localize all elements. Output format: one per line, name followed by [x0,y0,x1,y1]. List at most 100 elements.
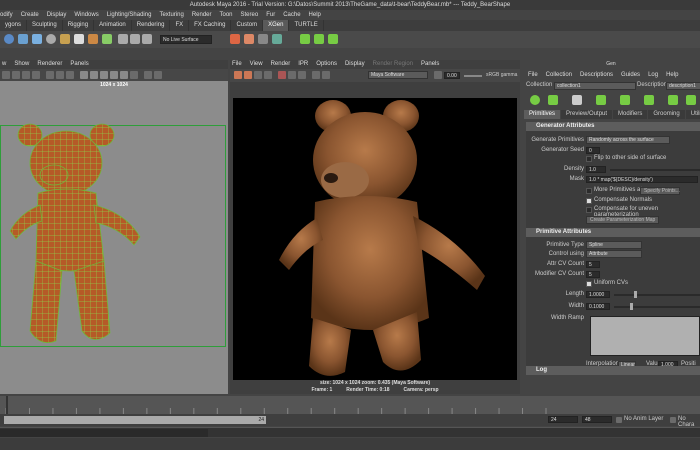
more-primitives-checkbox[interactable] [586,188,592,194]
xgen-tab-modifiers[interactable]: Modifiers [613,110,648,119]
shelf-tab-fxcaching[interactable]: FX Caching [189,20,232,31]
collection-dropdown[interactable]: collection1 [554,82,636,90]
anim-layer-icon[interactable] [616,417,622,423]
menu-toon[interactable]: Toon [220,10,233,20]
torus-icon[interactable] [46,34,56,44]
xgen-menu-guides[interactable]: Guides [621,71,640,80]
viewport-canvas[interactable]: 1024 x 1024 persp [0,81,228,412]
render-menu-file[interactable]: File [232,60,242,69]
exposure-slider[interactable] [464,75,482,77]
menu-texturing[interactable]: Texturing [159,10,183,20]
cylinder-icon[interactable] [32,34,42,44]
density-field[interactable]: 1.0 [586,166,606,173]
bookmark-icon[interactable] [22,71,30,79]
compensate-normals-checkbox[interactable] [586,198,592,204]
command-input[interactable] [0,429,208,437]
shelf-tab-fx[interactable]: FX [170,20,190,31]
wireframe-on-shaded-icon[interactable] [100,71,108,79]
exposure-icon[interactable] [434,71,442,79]
grid-icon[interactable] [46,71,54,79]
uniform-cvs-checkbox[interactable] [586,281,592,287]
menu-help[interactable]: Help [309,10,321,20]
render-menu-render[interactable]: Render [271,60,291,69]
shadows-icon[interactable] [130,71,138,79]
modifier-cv-count-field[interactable]: 5 [586,271,600,278]
lights-icon[interactable] [120,71,128,79]
range-slider[interactable]: 24 [4,416,266,424]
exposure-field[interactable]: 0.00 [444,72,460,79]
generator-seed-field[interactable]: 0 [586,147,600,154]
attr-cv-count-field[interactable]: 5 [586,261,600,268]
xgen-tab-primitives[interactable]: Primitives [524,110,561,119]
snap-point-icon[interactable] [142,34,152,44]
density-slider[interactable] [610,169,700,171]
xgen-preview-icon[interactable] [328,34,338,44]
rotate-icon[interactable] [88,34,98,44]
menu-display[interactable]: Display [47,10,67,20]
xgen-menu-log[interactable]: Log [648,71,658,80]
menu-create[interactable]: Create [21,10,39,20]
log-header[interactable]: Log [526,366,700,375]
xgen-menu-collection[interactable]: Collection [546,71,572,80]
sculpt-guide-icon[interactable] [620,95,630,105]
preview-icon[interactable] [668,95,678,105]
film-gate-icon[interactable] [56,71,64,79]
xgen-menu-file[interactable]: File [528,71,538,80]
xray-icon[interactable] [154,71,162,79]
xgen-icon[interactable] [300,34,310,44]
width-field[interactable]: 0.1000 [586,303,610,310]
hypershade-icon[interactable] [272,34,282,44]
create-param-map-button[interactable]: Create Parameterization Map [586,216,660,224]
remove-image-icon[interactable] [322,71,330,79]
xgen-groom-icon[interactable] [314,34,324,44]
render-icon[interactable] [230,34,240,44]
snap-grid-icon[interactable] [118,34,128,44]
add-guide-icon[interactable] [572,95,582,105]
shelf-tab-sculpting[interactable]: Sculpting [27,20,63,31]
render-menu-panels[interactable]: Panels [421,60,439,69]
description-dropdown[interactable]: description1 [666,82,700,90]
character-set-icon[interactable] [670,417,676,423]
shelf-tab-ygons[interactable]: ygons [0,20,28,31]
render-settings-icon[interactable] [258,34,268,44]
xgen-tab-grooming[interactable]: Grooming [648,110,685,119]
create-description-icon[interactable] [530,95,540,105]
snap-curve-icon[interactable] [130,34,140,44]
render-menu-ipr[interactable]: IPR [298,60,308,69]
snapshot-icon[interactable] [254,71,262,79]
shelf-tab-turtle[interactable]: TURTLE [289,20,324,31]
menu-windows[interactable]: Windows [74,10,98,20]
render-menu-renderregion[interactable]: Render Region [373,60,413,69]
live-surface-field[interactable]: No Live Surface [160,35,212,44]
select-guide-icon[interactable] [596,95,606,105]
compensate-param-checkbox[interactable] [586,207,592,213]
image-plane-icon[interactable] [32,71,40,79]
create-collection-icon[interactable] [548,95,558,105]
shelf-tab-rendering[interactable]: Rendering [132,20,171,31]
resolution-gate-icon[interactable] [66,71,74,79]
width-slider-handle[interactable] [630,303,633,310]
shelf-tab-xgen[interactable]: XGen [263,20,290,31]
keep-image-icon[interactable] [312,71,320,79]
alpha-icon[interactable] [288,71,296,79]
ipr-icon[interactable] [244,34,254,44]
control-using-dropdown[interactable]: Attribute [586,250,642,258]
menu-stereo[interactable]: Stereo [241,10,259,20]
playback-end-field[interactable]: 48 [582,416,612,423]
generator-attributes-header[interactable]: Generator Attributes [526,122,700,131]
sphere-icon[interactable] [4,34,14,44]
command-line[interactable] [0,427,700,437]
renderer-dropdown[interactable]: Maya Software [368,71,428,79]
specify-points-button[interactable]: Specify Points... [640,187,680,195]
redo-render-icon[interactable] [234,71,242,79]
render-menu-display[interactable]: Display [345,60,365,69]
shelf-tab-rigging[interactable]: Rigging [63,20,95,31]
flip-guide-icon[interactable] [644,95,654,105]
xgen-tab-utilities[interactable]: Utilities [685,110,700,119]
scale-icon[interactable] [102,34,112,44]
select-camera-icon[interactable] [2,71,10,79]
xgen-menu-descriptions[interactable]: Descriptions [580,71,613,80]
viewport-menu-panels[interactable]: Panels [70,60,88,69]
xgen-tab-previewoutput[interactable]: Preview/Output [561,110,613,119]
width-slider[interactable] [614,306,700,308]
